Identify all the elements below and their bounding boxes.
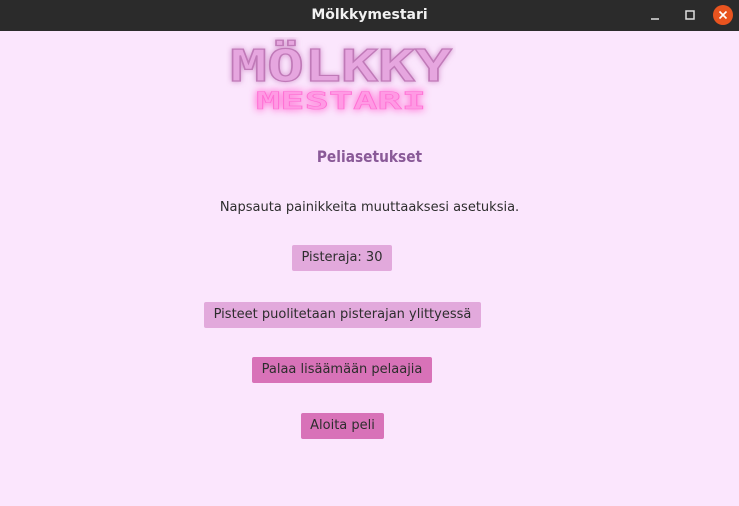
close-icon [718, 10, 728, 20]
start-game-button[interactable]: Aloita peli [301, 413, 384, 439]
logo-line-2: MESTARI [256, 87, 426, 115]
maximize-button[interactable] [680, 5, 700, 25]
score-limit-button[interactable]: Pisteraja: 30 [292, 245, 392, 271]
halving-rule-button[interactable]: Pisteet puolitetaan pisterajan ylittyess… [204, 302, 481, 328]
page-title: Peliasetukset [316, 147, 423, 166]
molkkymestari-logo: MÖLKKY MESTARI [229, 38, 453, 115]
settings-view: MÖLKKY MESTARI Peliasetukset Napsauta pa… [0, 31, 739, 506]
close-button[interactable] [713, 5, 733, 25]
logo-line-1: MÖLKKY [230, 39, 453, 92]
back-to-players-button[interactable]: Palaa lisäämään pelaajia [252, 357, 432, 383]
window-title: Mölkkymestari [311, 7, 428, 23]
title-bar[interactable]: Mölkkymestari [0, 0, 739, 31]
minimize-button[interactable] [645, 5, 665, 25]
app-window: Mölkkymestari MÖLKKY MESTARI Peliasetuks… [0, 0, 739, 506]
minimize-icon [651, 18, 659, 20]
maximize-icon [685, 10, 695, 20]
instruction-text: Napsauta painikkeita muuttaaksesi asetuk… [219, 200, 520, 215]
